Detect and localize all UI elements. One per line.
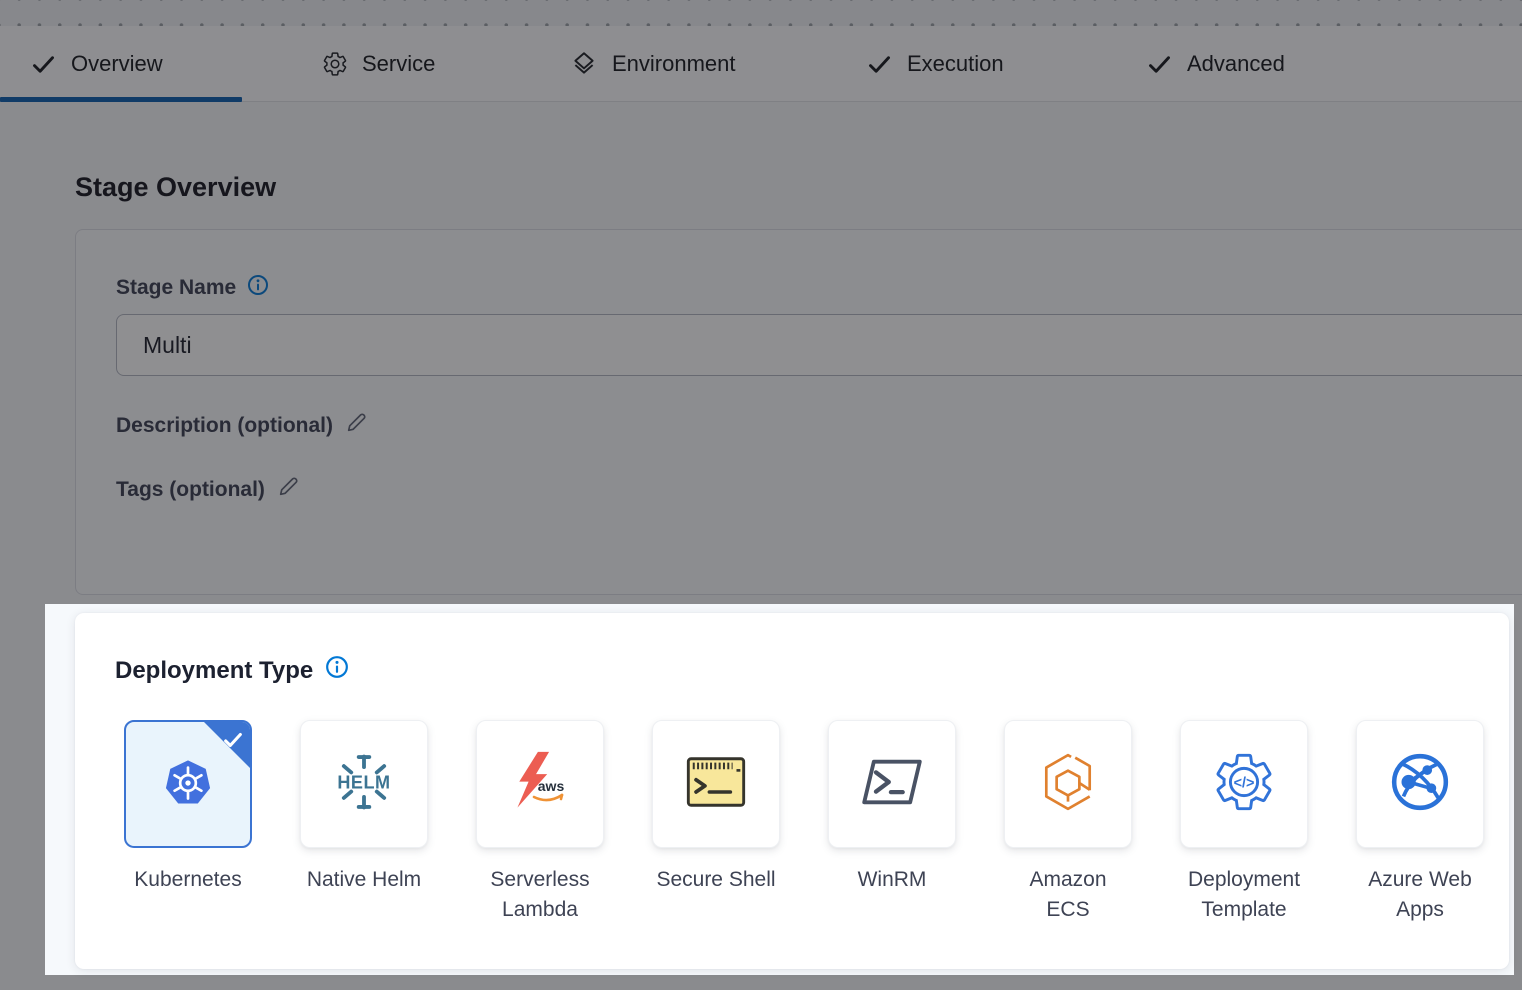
winrm-tile[interactable]: [828, 720, 956, 848]
kubernetes-tile[interactable]: [124, 720, 252, 848]
deployment-type-options: Kubernetes: [100, 720, 1508, 925]
helm-icon: HELM: [330, 748, 398, 821]
powershell-icon: [861, 757, 923, 812]
deployment-option-azure-web-apps: Azure Web Apps: [1332, 720, 1508, 925]
tile-label[interactable]: Amazon ECS: [1029, 865, 1106, 925]
deployment-option-serverless-lambda: aws Serverless Lambda: [452, 720, 628, 925]
terminal-icon: [685, 755, 747, 814]
selected-check-icon: [222, 729, 244, 756]
stage-configuration-screen: Overview Service Environment Execution A…: [0, 0, 1522, 990]
native-helm-tile[interactable]: HELM: [300, 720, 428, 848]
deployment-type-title: Deployment Type: [115, 657, 313, 685]
deployment-option-native-helm: HELM Native Helm: [276, 720, 452, 925]
deployment-option-winrm: WinRM: [804, 720, 980, 925]
amazon-ecs-tile[interactable]: [1004, 720, 1132, 848]
amazon-ecs-icon: [1037, 751, 1099, 818]
deployment-option-kubernetes: Kubernetes: [100, 720, 276, 925]
tile-label[interactable]: Kubernetes: [134, 865, 241, 895]
deployment-template-tile[interactable]: </>: [1180, 720, 1308, 848]
tile-label[interactable]: Azure Web Apps: [1368, 865, 1472, 925]
deployment-option-secure-shell: Secure Shell: [628, 720, 804, 925]
serverless-lambda-tile[interactable]: aws: [476, 720, 604, 848]
svg-text:aws: aws: [538, 778, 565, 794]
tile-label[interactable]: WinRM: [858, 865, 927, 895]
gear-code-icon: </>: [1212, 750, 1276, 819]
tile-label[interactable]: Secure Shell: [656, 865, 775, 895]
deployment-option-amazon-ecs: Amazon ECS: [980, 720, 1156, 925]
azure-globe-icon: [1389, 751, 1451, 818]
deployment-type-title-row: Deployment Type: [115, 655, 349, 686]
secure-shell-tile[interactable]: [652, 720, 780, 848]
tile-label[interactable]: Serverless Lambda: [490, 865, 589, 925]
deployment-type-card: Deployment Type: [75, 613, 1509, 969]
tile-label[interactable]: Deployment Template: [1188, 865, 1300, 925]
svg-text:HELM: HELM: [337, 772, 390, 792]
svg-text:</>: </>: [1234, 775, 1255, 791]
azure-web-apps-tile[interactable]: [1356, 720, 1484, 848]
tile-label[interactable]: Native Helm: [307, 865, 421, 895]
info-icon[interactable]: [325, 655, 349, 686]
deployment-option-deployment-template: </> Deployment Template: [1156, 720, 1332, 925]
aws-lambda-icon: aws: [508, 750, 572, 819]
deployment-type-panel: Deployment Type: [45, 604, 1514, 975]
